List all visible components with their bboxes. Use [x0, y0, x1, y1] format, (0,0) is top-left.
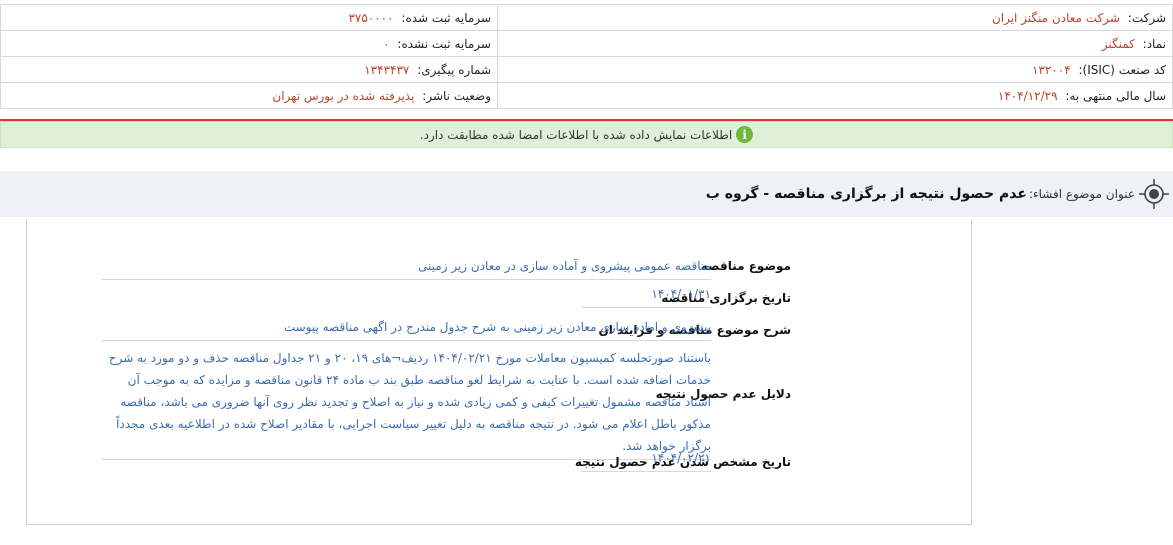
symbol-cell: نماد: کمنگنز — [497, 30, 1173, 57]
publisher-status-value: پذیرفته شده در بورس تهران — [272, 88, 415, 103]
company-label: شرکت: — [1127, 10, 1166, 25]
unregistered-capital-value: ۰ — [383, 36, 390, 51]
fiscal-year-label: سال مالی منتهی به: — [1065, 88, 1166, 103]
info-row-company: شرکت: شرکت معادن منگنز ایران سرمایه ثبت … — [0, 4, 1173, 31]
tracking-label: شماره پیگیری: — [417, 62, 491, 77]
tender-subject-label: موضوع مناقصه — [700, 259, 791, 273]
info-row-fiscal: سال مالی منتهی به: ۱۴۰۴/۱۲/۲۹ وضعیت ناشر… — [0, 82, 1173, 109]
tender-subject-value: مناقصه عمومی پیشروی و آماده سازی در معاد… — [101, 255, 711, 280]
unregistered-capital-label: سرمایه ثبت نشده: — [397, 36, 491, 51]
tracking-cell: شماره پیگیری: ۱۳۴۳۴۳۷ — [0, 56, 498, 83]
company-info-table: شرکت: شرکت معادن منگنز ایران سرمایه ثبت … — [0, 4, 1173, 109]
info-row-symbol: نماد: کمنگنز سرمایه ثبت نشده: ۰ — [0, 30, 1173, 57]
company-value[interactable]: شرکت معادن منگنز ایران — [992, 11, 1120, 25]
fiscal-year-cell: سال مالی منتهی به: ۱۴۰۴/۱۲/۲۹ — [497, 82, 1173, 109]
subject-bar: عنوان موضوع افشاء: عدم حصول نتیجه از برگ… — [0, 171, 1173, 217]
subject-title: عدم حصول نتیجه از برگزاری مناقصه - گروه … — [705, 186, 1027, 202]
symbol-value[interactable]: کمنگنز — [1102, 37, 1135, 51]
tender-details-panel: موضوع مناقصه مناقصه عمومی پیشروی و آماده… — [26, 219, 972, 525]
failure-date-value: ۱۴۰۴/۰۲/۲۱ — [581, 447, 711, 472]
registered-capital-value: ۳۷۵۰۰۰۰ — [348, 10, 394, 25]
target-icon — [1139, 179, 1169, 209]
isic-value: ۱۳۲۰۰۴ — [1031, 62, 1071, 77]
unregistered-capital-cell: سرمایه ثبت نشده: ۰ — [0, 30, 498, 57]
tender-description-value: پیشروی و اماده سازی معادن زیر زمینی به ش… — [101, 316, 711, 341]
tracking-value: ۱۳۴۳۴۳۷ — [364, 62, 410, 77]
failure-reasons-value: باستناد صورتجلسه کمیسیون معاملات مورخ ۱۴… — [101, 347, 711, 460]
publisher-status-cell: وضعیت ناشر: پذیرفته شده در بورس تهران — [0, 82, 498, 109]
info-row-isic: کد صنعت (ISIC): ۱۳۲۰۰۴ شماره پیگیری: ۱۳۴… — [0, 56, 1173, 83]
company-cell: شرکت: شرکت معادن منگنز ایران — [497, 4, 1173, 31]
tender-date-value: ۱۴۰۴/۰۱/۳۱ — [581, 283, 711, 308]
isic-label: کد صنعت (ISIC): — [1078, 62, 1166, 77]
fiscal-year-value: ۱۴۰۴/۱۲/۲۹ — [997, 88, 1058, 103]
info-icon: i — [736, 126, 754, 143]
registered-capital-label: سرمایه ثبت شده: — [401, 10, 491, 25]
verification-banner: i اطلاعات نمایش داده شده با اطلاعات امضا… — [0, 121, 1173, 148]
subject-label: عنوان موضوع افشاء: — [1028, 187, 1135, 201]
symbol-label: نماد: — [1142, 36, 1166, 51]
isic-cell: کد صنعت (ISIC): ۱۳۲۰۰۴ — [497, 56, 1173, 83]
registered-capital-cell: سرمایه ثبت شده: ۳۷۵۰۰۰۰ — [0, 4, 498, 31]
publisher-status-label: وضعیت ناشر: — [422, 88, 491, 103]
verification-text: اطلاعات نمایش داده شده با اطلاعات امضا ش… — [419, 127, 733, 142]
